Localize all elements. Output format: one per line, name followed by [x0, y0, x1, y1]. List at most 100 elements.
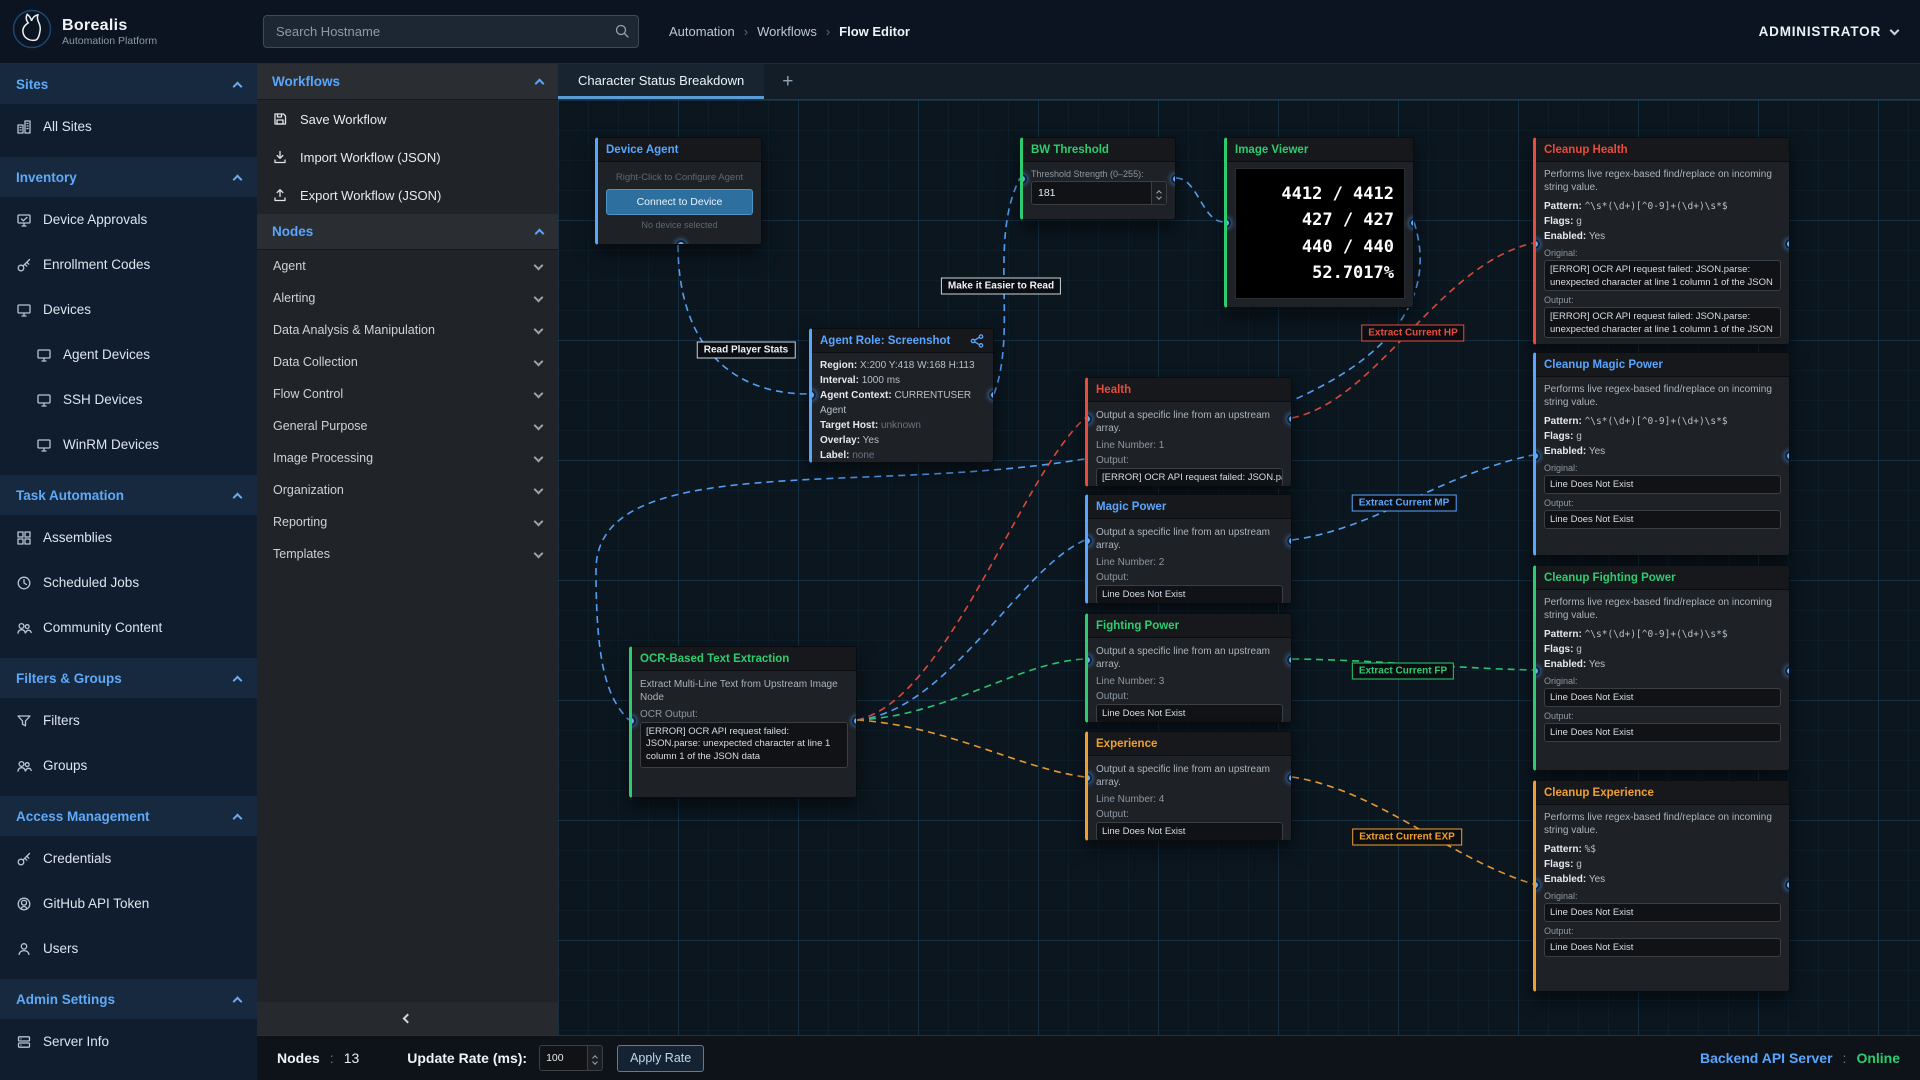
category-label: Agent — [273, 259, 306, 273]
output-port[interactable] — [1287, 414, 1292, 424]
output-box: Line Does Not Exist — [1096, 585, 1283, 604]
output-port[interactable] — [1287, 536, 1292, 546]
output-box: Line Does Not Exist — [1544, 723, 1781, 742]
node-fighting-power[interactable]: Fighting Power Output a specific line fr… — [1085, 613, 1292, 723]
sidebar-item-ssh-devices[interactable]: SSH Devices — [0, 377, 257, 422]
node-category-general-purpose[interactable]: General Purpose — [257, 410, 558, 442]
workflows-panel-header[interactable]: Workflows — [257, 64, 558, 100]
sidebar-item-github-api-token[interactable]: GitHub API Token — [0, 881, 257, 926]
category-label: Alerting — [273, 291, 315, 305]
sidebar-item-server-info[interactable]: Server Info — [0, 1019, 257, 1064]
node-category-data-analysis[interactable]: Data Analysis & Manipulation — [257, 314, 558, 346]
node-title: Image Viewer — [1227, 138, 1413, 162]
output-port[interactable] — [989, 390, 994, 400]
sidebar-header-filters-groups[interactable]: Filters & Groups — [0, 658, 257, 698]
collapse-panel-button[interactable] — [257, 1002, 558, 1035]
sidebar-header-inventory[interactable]: Inventory — [0, 157, 257, 197]
sidebar-item-filters[interactable]: Filters — [0, 698, 257, 743]
flow-canvas[interactable]: Read Player Stats Make it Easier to Read… — [558, 100, 1920, 1035]
sidebar-item-log-management[interactable]: Log Management — [0, 1064, 257, 1080]
sidebar-item-agent-devices[interactable]: Agent Devices — [0, 332, 257, 377]
search-input[interactable] — [263, 15, 639, 48]
item-label: Scheduled Jobs — [43, 575, 139, 590]
sidebar-item-credentials[interactable]: Credentials — [0, 836, 257, 881]
node-title: Health — [1088, 378, 1291, 402]
add-tab-button[interactable]: + — [764, 64, 811, 99]
node-title: Agent Role: Screenshot — [812, 329, 993, 353]
sidebar-item-winrm-devices[interactable]: WinRM Devices — [0, 422, 257, 467]
save-workflow-button[interactable]: Save Workflow — [257, 100, 558, 138]
wire-label-extract-fp: Extract Current FP — [1352, 663, 1454, 680]
node-category-agent[interactable]: Agent — [257, 250, 558, 282]
output-port[interactable] — [1785, 666, 1790, 676]
node-cleanup-experience[interactable]: Cleanup Experience Performs live regex-b… — [1533, 780, 1790, 992]
sidebar-item-community-content[interactable]: Community Content — [0, 605, 257, 650]
output-port[interactable] — [1785, 451, 1790, 461]
user-menu[interactable]: ADMINISTRATOR — [1759, 24, 1898, 39]
chevron-down-icon — [534, 516, 544, 526]
category-label: Reporting — [273, 515, 327, 529]
node-category-flow-control[interactable]: Flow Control — [257, 378, 558, 410]
sidebar-header-sites[interactable]: Sites — [0, 64, 257, 104]
brand-title: Borealis — [62, 17, 157, 35]
sidebar-header-task-automation[interactable]: Task Automation — [0, 475, 257, 515]
node-category-data-collection[interactable]: Data Collection — [257, 346, 558, 378]
share-icon[interactable] — [969, 333, 985, 349]
sidebar-item-users[interactable]: Users — [0, 926, 257, 971]
update-rate-input[interactable]: 100 — [539, 1045, 603, 1071]
node-cleanup-health[interactable]: Cleanup Health Performs live regex-based… — [1533, 137, 1790, 345]
node-category-organization[interactable]: Organization — [257, 474, 558, 506]
nodes-panel-header[interactable]: Nodes — [257, 214, 558, 250]
backend-label: Backend API Server — [1700, 1050, 1833, 1066]
node-category-alerting[interactable]: Alerting — [257, 282, 558, 314]
output-port[interactable] — [1785, 239, 1790, 249]
threshold-input[interactable]: 181 — [1031, 181, 1167, 205]
sidebar-item-groups[interactable]: Groups — [0, 743, 257, 788]
output-port[interactable] — [1287, 655, 1292, 665]
tab-character-status-breakdown[interactable]: Character Status Breakdown — [558, 64, 764, 99]
apply-rate-button[interactable]: Apply Rate — [617, 1045, 704, 1072]
node-category-reporting[interactable]: Reporting — [257, 506, 558, 538]
node-magic-power[interactable]: Magic Power Output a specific line from … — [1085, 494, 1292, 604]
output-port[interactable] — [1785, 880, 1790, 890]
sidebar-item-device-approvals[interactable]: Device Approvals — [0, 197, 257, 242]
breadcrumb-automation[interactable]: Automation — [669, 24, 735, 39]
node-image-viewer[interactable]: Image Viewer 4412 / 4412 427 / 427 440 /… — [1224, 137, 1414, 308]
node-health[interactable]: Health Output a specific line from an up… — [1085, 377, 1292, 487]
node-agent-role-screenshot[interactable]: Agent Role: Screenshot Region: X:200 Y:4… — [809, 328, 994, 463]
output-port[interactable] — [1287, 773, 1292, 783]
import-workflow-button[interactable]: Import Workflow (JSON) — [257, 138, 558, 176]
node-experience[interactable]: Experience Output a specific line from a… — [1085, 731, 1292, 841]
sidebar-item-devices[interactable]: Devices — [0, 287, 257, 332]
output-port[interactable] — [676, 240, 686, 245]
node-device-agent[interactable]: Device Agent Right-Click to Configure Ag… — [595, 137, 762, 245]
output-port[interactable] — [1409, 218, 1414, 228]
node-cleanup-magic-power[interactable]: Cleanup Magic Power Performs live regex-… — [1533, 352, 1790, 556]
sidebar-item-assemblies[interactable]: Assemblies — [0, 515, 257, 560]
output-port[interactable] — [852, 716, 857, 726]
node-ocr-text-extraction[interactable]: OCR-Based Text Extraction Extract Multi-… — [629, 646, 857, 798]
number-spinner[interactable] — [1151, 182, 1166, 204]
sidebar-item-enrollment-codes[interactable]: Enrollment Codes — [0, 242, 257, 287]
node-cleanup-fighting-power[interactable]: Cleanup Fighting Power Performs live reg… — [1533, 565, 1790, 771]
chevron-down-icon — [1890, 25, 1900, 35]
sidebar-header-access-management[interactable]: Access Management — [0, 796, 257, 836]
sidebar-item-all-sites[interactable]: All Sites — [0, 104, 257, 149]
sidebar-header-admin-settings[interactable]: Admin Settings — [0, 979, 257, 1019]
sidebar-section-access-management: Access Management Credentials GitHub API… — [0, 796, 257, 971]
connect-to-device-button[interactable]: Connect to Device — [606, 189, 753, 215]
workflow-palette: Workflows Save Workflow Import Workflow … — [257, 64, 558, 1035]
node-category-templates[interactable]: Templates — [257, 538, 558, 570]
action-label: Save Workflow — [300, 112, 386, 127]
sidebar-item-scheduled-jobs[interactable]: Scheduled Jobs — [0, 560, 257, 605]
section-label: Task Automation — [16, 488, 124, 503]
node-bw-threshold[interactable]: BW Threshold Threshold Strength (0–255):… — [1020, 137, 1176, 220]
breadcrumb-workflows[interactable]: Workflows — [757, 24, 817, 39]
export-workflow-button[interactable]: Export Workflow (JSON) — [257, 176, 558, 214]
action-label: Export Workflow (JSON) — [300, 188, 441, 203]
node-category-image-processing[interactable]: Image Processing — [257, 442, 558, 474]
number-spinner[interactable] — [587, 1046, 602, 1070]
item-label: Users — [43, 941, 78, 956]
input-port[interactable] — [1224, 218, 1231, 228]
output-port[interactable] — [1171, 174, 1176, 184]
